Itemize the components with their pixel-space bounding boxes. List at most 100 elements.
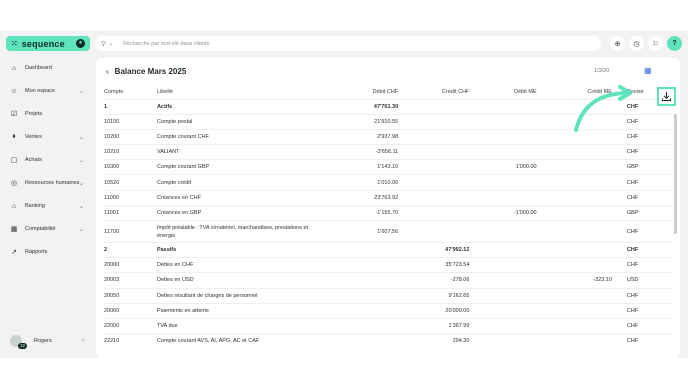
cell-credit-me	[536, 159, 612, 175]
cell-credit-me	[536, 333, 612, 349]
table-row[interactable]: 20000 Dettes en CHF 35'723.54 CHF	[103, 257, 671, 273]
column-header[interactable]: Compte	[103, 85, 157, 99]
sidebar-item-dashboard[interactable]: ⌂ Dashboard	[10, 62, 86, 74]
user-menu[interactable]: 12 Rogers ›	[10, 332, 86, 350]
sidebar-item-ventes[interactable]: ⬧ Ventes ⌄	[10, 131, 86, 143]
chevron-down-icon: ⌄	[78, 88, 84, 95]
brand-mark-icon: ⁙	[11, 39, 18, 48]
sidebar-item-rapports[interactable]: ↗ Rapports	[10, 246, 86, 258]
sidebar-item-label: Ressources humaines	[25, 180, 80, 186]
search-bar[interactable]: ⚲ ⌄	[95, 36, 601, 51]
notification-badge: 12	[18, 343, 28, 349]
cell-debit-chf: 2'937.98	[326, 128, 399, 145]
cell-debit-me: -1'000.00	[469, 204, 537, 221]
help-icon[interactable]: ?	[667, 36, 682, 51]
cell-devise: CHF	[611, 317, 671, 334]
cell-libelle: Compte crédit	[156, 174, 327, 191]
sidebar-item-label: Rapports	[25, 249, 48, 255]
cell-devise: CHF	[611, 220, 671, 243]
back-arrow-icon[interactable]: ‹	[106, 67, 109, 76]
cell-debit-me	[469, 144, 537, 160]
check-square-icon: ☑	[10, 111, 18, 118]
add-icon[interactable]: ⊕	[610, 36, 625, 51]
table-row[interactable]: 22210 Compte courant AVS, AI, APG, AC et …	[103, 333, 671, 349]
cell-credit-me	[536, 287, 612, 304]
table-row[interactable]: 11700 Impôt préalable : TVA s/matériel, m…	[103, 220, 671, 243]
table-row[interactable]: 20003 Dettes en USD -278.06 -323.10 USD	[103, 272, 671, 289]
avatar: 12	[10, 335, 28, 349]
table-group-row[interactable]: 2 Passifs 47'992.12 CHF	[103, 241, 671, 258]
sidebar-item-ressources-humaines[interactable]: ◎ Ressources humaines ⌄	[10, 177, 86, 189]
cell-debit-me	[469, 241, 537, 258]
cell-compte: 11001	[103, 204, 157, 221]
cell-debit-me	[469, 98, 537, 115]
cell-devise: CHF	[611, 287, 671, 304]
sidebar-item-label: Ventes	[25, 134, 42, 140]
date-value[interactable]: 1/3/20	[594, 68, 609, 74]
cell-debit-chf: 1'607.56	[326, 220, 399, 243]
cell-compte: 11700	[103, 220, 157, 243]
download-button[interactable]	[657, 87, 676, 106]
cell-credit-me	[536, 257, 612, 273]
home-icon: ⌂	[11, 64, 17, 72]
table-row[interactable]: 20060 Paiements en attente 20'000.00 CHF	[103, 302, 671, 319]
cell-libelle: Compte courant AVS, AI, APG, AC et CAF	[156, 333, 327, 349]
app-window: ⁙ sequence ● ⚲ ⌄ ⊕ ◷ ⚐ ? ⌂ Dashboard ☺ M…	[0, 30, 688, 358]
cell-compte: 10300	[103, 159, 157, 175]
people-icon: ◎	[10, 180, 18, 187]
cell-debit-chf	[326, 317, 399, 334]
cell-compte: 1	[103, 98, 157, 115]
chevron-down-icon[interactable]: ⌄	[108, 40, 113, 47]
column-header[interactable]: Débit CHF	[327, 85, 399, 99]
annotation-arrow	[574, 85, 632, 132]
calendar-icon[interactable]: ▦	[644, 66, 654, 76]
cell-compte: 20000	[103, 257, 157, 273]
bell-icon[interactable]: ⚐	[648, 36, 663, 51]
sidebar-item-label: Comptabilité	[25, 226, 56, 232]
search-icon: ⚲	[101, 40, 107, 48]
table-row[interactable]: 10300 Compte courant GBP 1'143.10 1'000.00 G…	[103, 159, 671, 175]
cell-libelle: Dettes résultant de charges de personnel	[156, 287, 327, 304]
cell-debit-chf	[326, 302, 399, 319]
scrollbar[interactable]	[674, 114, 677, 234]
cell-devise: GBP	[611, 159, 671, 175]
clock-icon[interactable]: ◷	[629, 36, 644, 51]
sidebar-item-banking[interactable]: ⌂ Banking ⌄	[10, 200, 86, 212]
cell-credit-chf	[398, 189, 470, 206]
cell-libelle: Dettes en USD	[156, 272, 327, 289]
brand-logo[interactable]: ⁙ sequence ●	[6, 36, 90, 51]
sidebar-item-achats[interactable]: ▢ Achats ⌄	[10, 154, 86, 166]
workspace-switch-icon[interactable]: ●	[76, 39, 85, 48]
cell-credit-me	[536, 317, 612, 334]
cell-libelle: Passifs	[156, 241, 327, 258]
cell-debit-chf: 1'010.00	[326, 174, 399, 191]
cell-debit-me	[469, 272, 537, 289]
table-row[interactable]: 10520 Compte crédit 1'010.00 CHF	[103, 174, 671, 191]
cell-credit-chf: 35'723.54	[398, 257, 470, 273]
cell-credit-me: -323.10	[536, 272, 612, 289]
table-row[interactable]: 20050 Dettes résultant de charges de pers…	[103, 287, 671, 304]
column-header[interactable]: Libellé	[157, 85, 327, 99]
column-header[interactable]: Crédit CHF	[398, 85, 470, 99]
search-input[interactable]	[123, 40, 524, 47]
sidebar-item-mon-espace[interactable]: ☺ Mon espace ⌄	[10, 85, 86, 97]
cell-libelle: Impôt préalable : TVA s/matériel, marcha…	[156, 220, 327, 243]
table-row[interactable]: 10210 VALIANT -3'656.11 CHF	[103, 144, 671, 160]
calculator-icon: ▦	[10, 226, 18, 233]
chevron-down-icon: ⌄	[78, 203, 84, 210]
table-row[interactable]: 11001 Créances en GBP -1'155.70 -1'000.00 GB…	[103, 204, 671, 221]
column-header[interactable]: Débit ME	[469, 85, 537, 99]
toolbar-icons: ⊕ ◷ ⚐ ?	[610, 36, 682, 51]
page-title: Balance Mars 2025	[114, 67, 187, 76]
sidebar-item-projets[interactable]: ☑ Projets	[10, 108, 86, 120]
cell-debit-me	[469, 220, 537, 243]
cell-debit-me	[469, 174, 537, 191]
cell-credit-chf: 294.30	[398, 333, 470, 349]
cell-devise: CHF	[611, 302, 671, 319]
sidebar-item-comptabilite[interactable]: ▦ Comptabilité ⌄	[10, 223, 86, 235]
cell-debit-chf: -3'656.11	[326, 144, 399, 160]
table-row[interactable]: 22000 TVA due 1'367.99 CHF	[103, 317, 671, 334]
brand-name: sequence	[21, 38, 65, 49]
table-row[interactable]: 11000 Créances en CHF 23'763.92 CHF	[103, 189, 671, 206]
chart-icon: ↗	[11, 249, 17, 256]
